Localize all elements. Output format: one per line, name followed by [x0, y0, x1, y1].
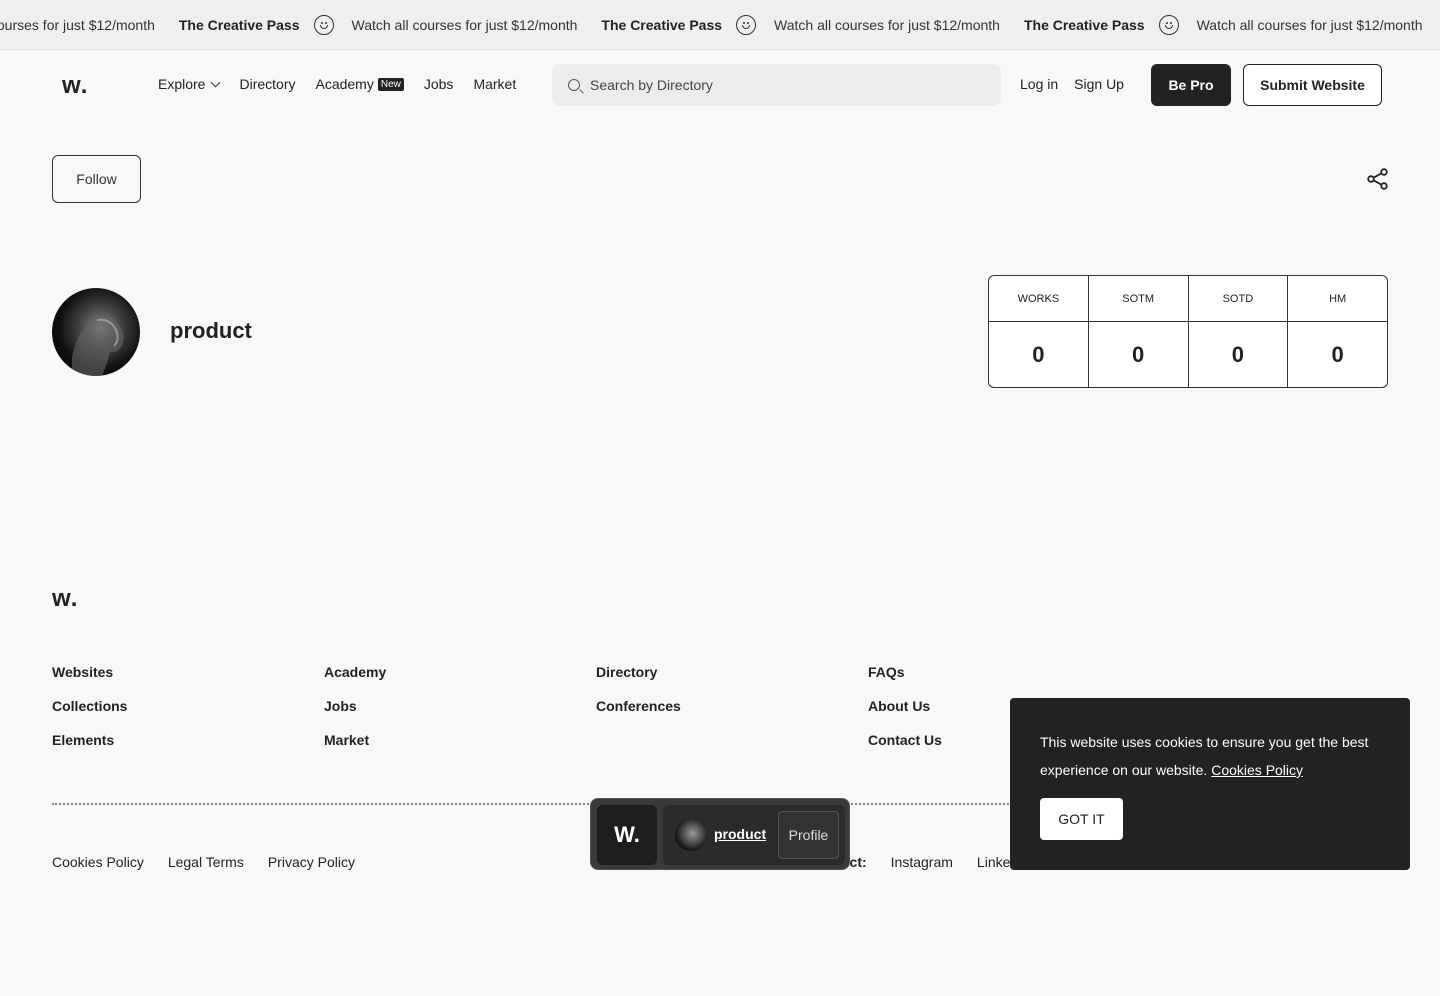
ticker-item: Watch all courses for just $12/month: [1197, 17, 1440, 33]
cookie-policy-link[interactable]: Cookies Policy: [1211, 762, 1303, 778]
search-input[interactable]: [590, 77, 970, 93]
footer-link-elements[interactable]: Elements: [52, 732, 127, 766]
lion-image: [72, 316, 124, 376]
footer-link-jobs[interactable]: Jobs: [324, 698, 386, 732]
signup-link[interactable]: Sign Up: [1074, 76, 1124, 92]
ticker-brand: The Creative Pass: [601, 17, 723, 33]
smile-icon: [1158, 15, 1179, 35]
ticker-track: all courses for just $12/month The Creat…: [0, 0, 1440, 49]
search-icon: [568, 79, 580, 91]
ticker-brand: The Creative Pass: [178, 17, 300, 33]
ticker-text: Watch all courses for just $12/month: [1196, 17, 1423, 33]
cookie-banner: This website uses cookies to ensure you …: [1010, 698, 1410, 870]
stat-label: HM: [1288, 276, 1387, 322]
footer-link-websites[interactable]: Websites: [52, 664, 127, 698]
footer-link-market[interactable]: Market: [324, 732, 386, 766]
stat-label: WORKS: [989, 276, 1088, 322]
legal-links: Cookies Policy Legal Terms Privacy Polic…: [52, 854, 379, 870]
privacy-policy-link[interactable]: Privacy Policy: [268, 854, 355, 870]
follow-button[interactable]: Follow: [52, 155, 141, 203]
chevron-down-icon: [211, 77, 221, 87]
mini-avatar: [675, 819, 707, 851]
floating-profile-bar: W. product Profile: [590, 798, 850, 870]
ticker-item: Watch all courses for just $12/month The…: [774, 15, 1197, 35]
footer-link-contact[interactable]: Contact Us: [868, 732, 942, 766]
auth-links: Log in Sign Up: [1020, 76, 1140, 92]
footer-column: Academy Jobs Market: [324, 664, 386, 766]
profile-name: product: [170, 318, 252, 343]
cookie-message: This website uses cookies to ensure you …: [1040, 728, 1380, 784]
stat-hm: HM 0: [1288, 276, 1387, 387]
stat-label: SOTD: [1188, 276, 1288, 322]
stat-value: 0: [1231, 341, 1244, 367]
footer-link-academy[interactable]: Academy: [324, 664, 386, 698]
nav-jobs[interactable]: Jobs: [424, 76, 454, 92]
ticker-text: Watch all courses for just $12/month: [774, 17, 1000, 33]
instagram-link[interactable]: Instagram: [891, 854, 953, 870]
submit-website-button[interactable]: Submit Website: [1243, 64, 1382, 106]
site-logo[interactable]: w.: [62, 72, 88, 100]
cookies-policy-link[interactable]: Cookies Policy: [52, 854, 144, 870]
footer-column: Websites Collections Elements: [52, 664, 127, 766]
avatar: [52, 288, 140, 376]
footer-link-collections[interactable]: Collections: [52, 698, 127, 732]
stat-sotd: SOTD 0: [1188, 276, 1289, 387]
ticker-item: all courses for just $12/month The Creat…: [0, 15, 352, 35]
ticker-text: all courses for just $12/month: [0, 17, 155, 33]
stat-value: 0: [1331, 341, 1344, 367]
site-header: w. Explore Directory Academy New Jobs Ma…: [0, 50, 1440, 120]
mini-panel: product Profile: [663, 805, 845, 865]
footer-column: Directory Conferences: [596, 664, 681, 732]
nav-explore-label: Explore: [158, 76, 206, 92]
nav-directory[interactable]: Directory: [239, 76, 295, 92]
legal-terms-link[interactable]: Legal Terms: [168, 854, 244, 870]
new-badge: New: [377, 77, 404, 91]
stats-table: WORKS 0 SOTM 0 SOTD 0 HM 0: [988, 275, 1388, 388]
footer-logo[interactable]: w.: [52, 585, 78, 613]
stat-value: 0: [1032, 341, 1045, 367]
ticker-item: Watch all courses for just $12/month The…: [352, 15, 775, 35]
ticker-text: Watch all courses for just $12/month: [351, 17, 578, 33]
footer-link-faqs[interactable]: FAQs: [868, 664, 942, 698]
nav-explore[interactable]: Explore: [158, 76, 221, 92]
footer-link-conferences[interactable]: Conferences: [596, 698, 681, 732]
footer-link-directory[interactable]: Directory: [596, 664, 681, 698]
nav-market[interactable]: Market: [473, 76, 516, 92]
footer-link-about[interactable]: About Us: [868, 698, 942, 732]
smile-icon: [736, 15, 757, 35]
mini-profile-name[interactable]: product: [714, 826, 766, 842]
smile-icon: [313, 15, 334, 35]
got-it-button[interactable]: GOT IT: [1040, 798, 1123, 840]
nav-academy-label: Academy: [315, 76, 374, 92]
nav-academy[interactable]: Academy New: [315, 76, 404, 92]
search-bar: [552, 64, 1001, 106]
stat-sotm: SOTM 0: [1088, 276, 1189, 387]
promo-ticker[interactable]: all courses for just $12/month The Creat…: [0, 0, 1440, 50]
mini-logo[interactable]: W.: [597, 805, 657, 865]
stat-works: WORKS 0: [989, 276, 1089, 387]
stat-label: SOTM: [1088, 276, 1188, 322]
cookie-text: This website uses cookies to ensure you …: [1040, 734, 1369, 778]
be-pro-button[interactable]: Be Pro: [1151, 64, 1231, 106]
ticker-brand: The Creative Pass: [1023, 17, 1145, 33]
main-nav: Explore Directory Academy New Jobs Marke…: [158, 76, 536, 92]
share-icon[interactable]: [1366, 167, 1390, 191]
login-link[interactable]: Log in: [1020, 76, 1058, 92]
stat-value: 0: [1132, 341, 1145, 367]
footer-column: FAQs About Us Contact Us: [868, 664, 942, 766]
profile-button[interactable]: Profile: [778, 811, 839, 859]
